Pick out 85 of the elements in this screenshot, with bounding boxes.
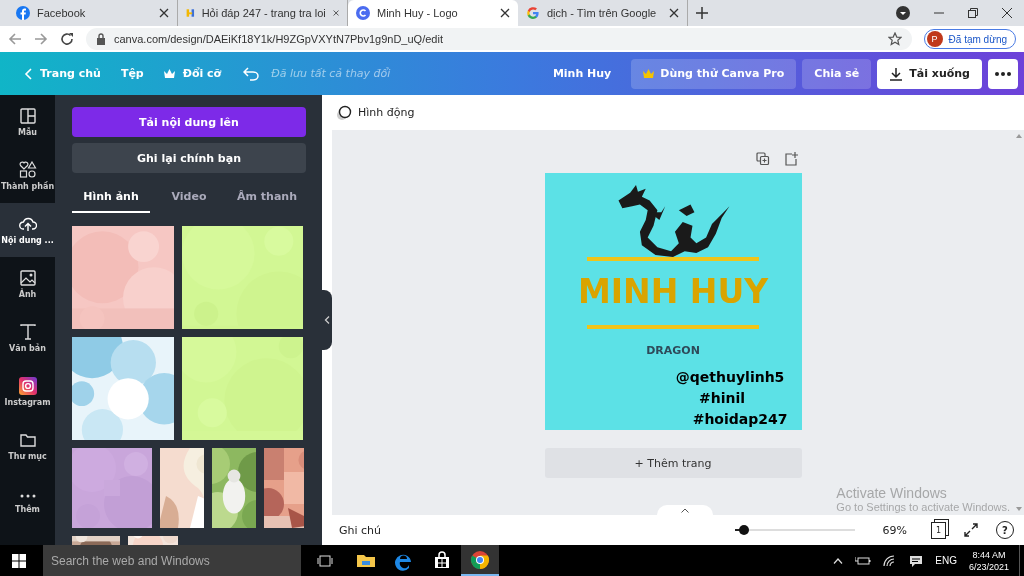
download-icon	[889, 66, 904, 81]
add-page-button[interactable]: + Thêm trang	[544, 448, 802, 478]
forward-icon[interactable]	[34, 32, 48, 46]
tab[interactable]: Hình ảnh	[72, 183, 150, 213]
undo-icon[interactable]	[243, 66, 260, 81]
close-icon[interactable]	[159, 8, 169, 18]
address-field[interactable]: canva.com/design/DAEiKf18Y1k/H9ZGpVXYtN7Pbv1g9nD_uQ/edit	[86, 28, 912, 50]
logo-subtitle: DRAGON	[646, 344, 700, 357]
hashtag-text: #hinil	[699, 389, 746, 408]
chevron-up-icon	[681, 507, 689, 513]
image-icon	[18, 269, 37, 287]
more-button[interactable]	[988, 58, 1018, 89]
record-button[interactable]: Ghi lại chính bạn	[72, 143, 306, 173]
new-tab-icon[interactable]	[696, 7, 708, 19]
star-icon[interactable]	[887, 32, 902, 46]
cloud-upload-icon	[18, 215, 37, 233]
duplicate-icon[interactable]	[755, 152, 770, 166]
language-indicator[interactable]: ENG	[935, 555, 957, 566]
chevron-up-icon[interactable]	[833, 557, 844, 564]
hashtag-text: #hoidap247	[692, 410, 788, 429]
activation-notice: Go to Settings to activate Windows.	[836, 501, 1010, 513]
text-icon	[18, 323, 37, 341]
search-field[interactable]: Search the web and Windows	[43, 545, 301, 576]
more-icon	[995, 71, 1011, 76]
facebook-icon	[16, 6, 30, 20]
chevron-left-icon	[324, 316, 330, 324]
shopping-bag-icon	[432, 550, 452, 571]
battery-icon[interactable]	[855, 555, 872, 566]
add-page-icon[interactable]	[783, 152, 798, 166]
animation-icon	[336, 104, 352, 121]
sidebar-item[interactable]: Ảnh	[0, 257, 55, 311]
crown-icon	[163, 69, 175, 78]
share-button[interactable]: Chia sẻ	[802, 58, 872, 89]
browser-tab[interactable]: Minh Huy - Logo	[348, 0, 518, 26]
fullscreen-icon[interactable]	[964, 523, 978, 537]
reload-icon[interactable]	[60, 32, 74, 46]
save-status: Đã lưu tất cả thay đổi	[271, 67, 391, 80]
chrome-icon	[470, 549, 490, 570]
taskbar-app[interactable]	[461, 545, 499, 576]
back-icon[interactable]	[8, 32, 22, 46]
sidebar-item[interactable]: Văn bản	[0, 311, 55, 365]
download-button[interactable]: Tải xuống	[877, 58, 982, 89]
sidebar-item[interactable]: Thư mục	[0, 419, 55, 473]
sidebar-item[interactable]: Instagram	[0, 365, 55, 419]
canva-pro-button[interactable]: Dùng thử Canva Pro	[631, 58, 797, 89]
design-page[interactable]: MINH HUY DRAGON @qethuylinh5 #hinil #hoidap247	[544, 173, 802, 430]
close-icon[interactable]	[669, 8, 679, 18]
zoom-reading: 69%	[882, 523, 907, 537]
upload-button[interactable]: Tải nội dung lên	[72, 107, 306, 137]
activation-notice: Activate Windows	[836, 485, 948, 501]
more-icon	[18, 493, 37, 498]
tab[interactable]: Video	[150, 183, 228, 213]
close-icon[interactable]	[1002, 8, 1012, 18]
close-icon[interactable]	[500, 8, 510, 18]
sidebar-item[interactable]: Thành phần	[0, 149, 55, 203]
folder-icon	[18, 431, 37, 449]
sidebar-item[interactable]: Nội dung ...	[0, 203, 55, 257]
c-logo-icon	[356, 6, 370, 20]
crown-icon	[643, 69, 655, 78]
clock-time[interactable]: 8:44 AM	[972, 548, 1006, 561]
clock-date[interactable]: 6/23/2021	[968, 560, 1009, 573]
animate-button[interactable]: Hình động	[336, 104, 415, 121]
notification-icon[interactable]	[909, 554, 924, 567]
avatar: P	[926, 31, 943, 47]
windows-start-icon[interactable]	[12, 553, 26, 568]
slider-thumb[interactable]	[739, 525, 750, 535]
dropdown-icon[interactable]	[896, 6, 910, 20]
instagram-icon	[18, 377, 37, 395]
google-icon	[526, 6, 540, 20]
letter-h-icon	[186, 6, 195, 20]
task-view-icon[interactable]	[317, 554, 333, 567]
template-icon	[18, 107, 37, 125]
lock-icon	[96, 33, 106, 45]
design-title[interactable]: Minh Huy	[552, 67, 612, 80]
logo-title: MINH HUY	[577, 275, 769, 308]
collapse-handle[interactable]	[322, 290, 332, 350]
sidebar-item[interactable]: Mẫu	[0, 95, 55, 149]
shapes-icon	[18, 161, 37, 179]
sidebar-item[interactable]: Thêm	[0, 473, 55, 527]
page-count-button[interactable]: 1	[931, 521, 946, 539]
restore-icon[interactable]	[968, 8, 978, 18]
hashtag-text: @qethuylinh5	[675, 368, 785, 387]
back-icon	[24, 67, 32, 80]
tab[interactable]: Âm thanh	[228, 183, 306, 213]
notes-button[interactable]: Ghi chú	[339, 523, 382, 537]
